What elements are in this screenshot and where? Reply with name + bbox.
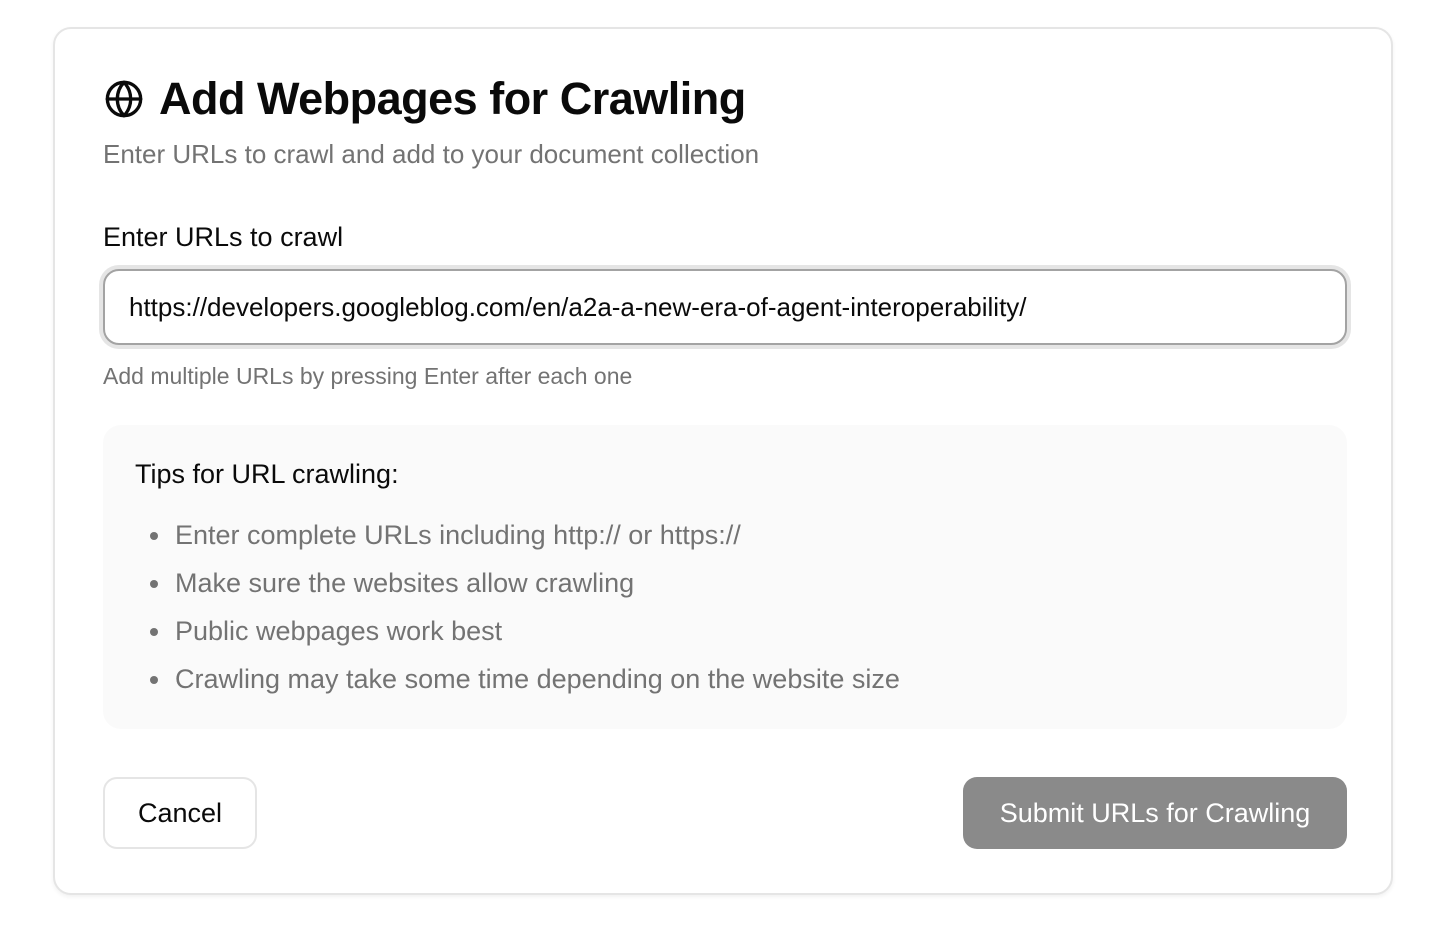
url-field-label: Enter URLs to crawl (103, 222, 344, 252)
tips-list: Enter complete URLs including http:// or… (135, 511, 900, 703)
tip-item: Public webpages work best (135, 607, 900, 655)
tip-item: Make sure the websites allow crawling (135, 559, 900, 607)
tips-panel: Tips for URL crawling: Enter complete UR… (103, 425, 1347, 729)
globe-icon (103, 78, 145, 120)
dialog-title: Add Webpages for Crawling (159, 73, 746, 124)
tip-item: Enter complete URLs including http:// or… (135, 511, 900, 559)
submit-urls-button[interactable]: Submit URLs for Crawling (963, 777, 1347, 849)
dialog-header: Add Webpages for Crawling (103, 73, 746, 125)
tips-title: Tips for URL crawling: (135, 459, 399, 489)
tip-item: Crawling may take some time depending on… (135, 655, 900, 703)
url-input-focus-ring (99, 265, 1351, 349)
add-webpages-dialog: Add Webpages for Crawling Enter URLs to … (53, 27, 1393, 895)
dialog-subtitle: Enter URLs to crawl and add to your docu… (103, 139, 760, 169)
cancel-button[interactable]: Cancel (103, 777, 257, 849)
url-input[interactable] (103, 269, 1347, 345)
url-field-hint: Add multiple URLs by pressing Enter afte… (103, 363, 633, 389)
